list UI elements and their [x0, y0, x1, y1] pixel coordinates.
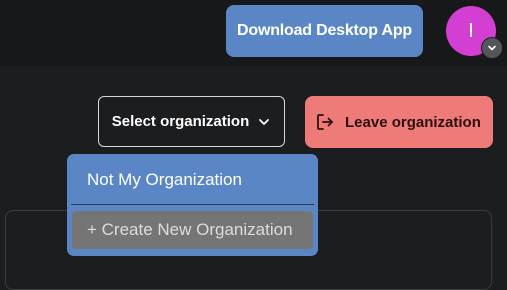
download-desktop-app-label: Download Desktop App	[237, 22, 412, 39]
organization-dropdown-menu: Not My Organization + Create New Organiz…	[67, 154, 318, 256]
select-organization-dropdown[interactable]: Select organization	[98, 96, 285, 147]
avatar-menu-button[interactable]	[481, 37, 503, 59]
download-desktop-app-button[interactable]: Download Desktop App	[226, 5, 423, 57]
chevron-down-icon	[259, 118, 270, 125]
select-organization-label: Select organization	[111, 113, 250, 130]
chevron-down-icon	[488, 45, 496, 51]
create-new-organization-label: + Create New Organization	[87, 220, 293, 239]
dropdown-divider	[71, 204, 314, 205]
avatar-initial: I	[468, 19, 474, 42]
leave-organization-button[interactable]: Leave organization	[305, 96, 493, 148]
dropdown-item-not-my-organization[interactable]: Not My Organization	[87, 170, 242, 190]
leave-organization-label: Leave organization	[345, 113, 481, 131]
logout-icon	[317, 114, 333, 130]
create-new-organization-button[interactable]: + Create New Organization	[72, 211, 313, 249]
